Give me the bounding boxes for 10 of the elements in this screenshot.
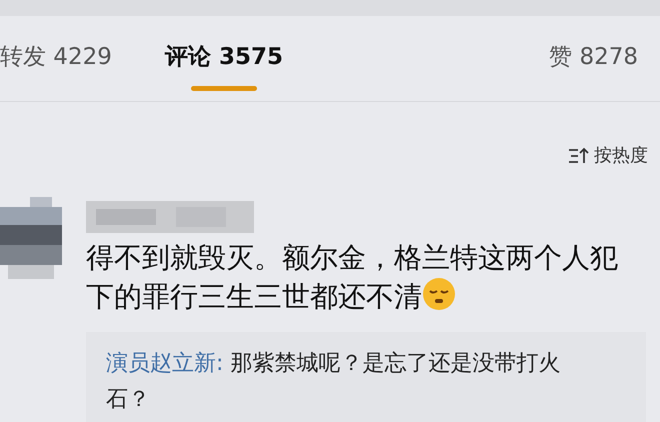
selected-indicator (191, 86, 258, 91)
sort-button[interactable]: 按热度 (568, 142, 648, 169)
tab[interactable]: 评论 3575 (165, 46, 284, 69)
reply-text: 演员赵立新: 那紫禁城呢？是忘了还是没带打火石？ (106, 350, 562, 414)
tab[interactable]: 转发 4229 (0, 46, 112, 69)
comment-text: 得不到就毁灭。额尔金，格兰特这两个人犯下的罪行三生三世都还不清 (86, 240, 619, 315)
tab[interactable]: 赞 8278 (549, 46, 638, 69)
emoji-icon (422, 277, 456, 311)
sort-icon (568, 146, 590, 164)
author-link[interactable]: 演员赵立新: (106, 351, 224, 376)
